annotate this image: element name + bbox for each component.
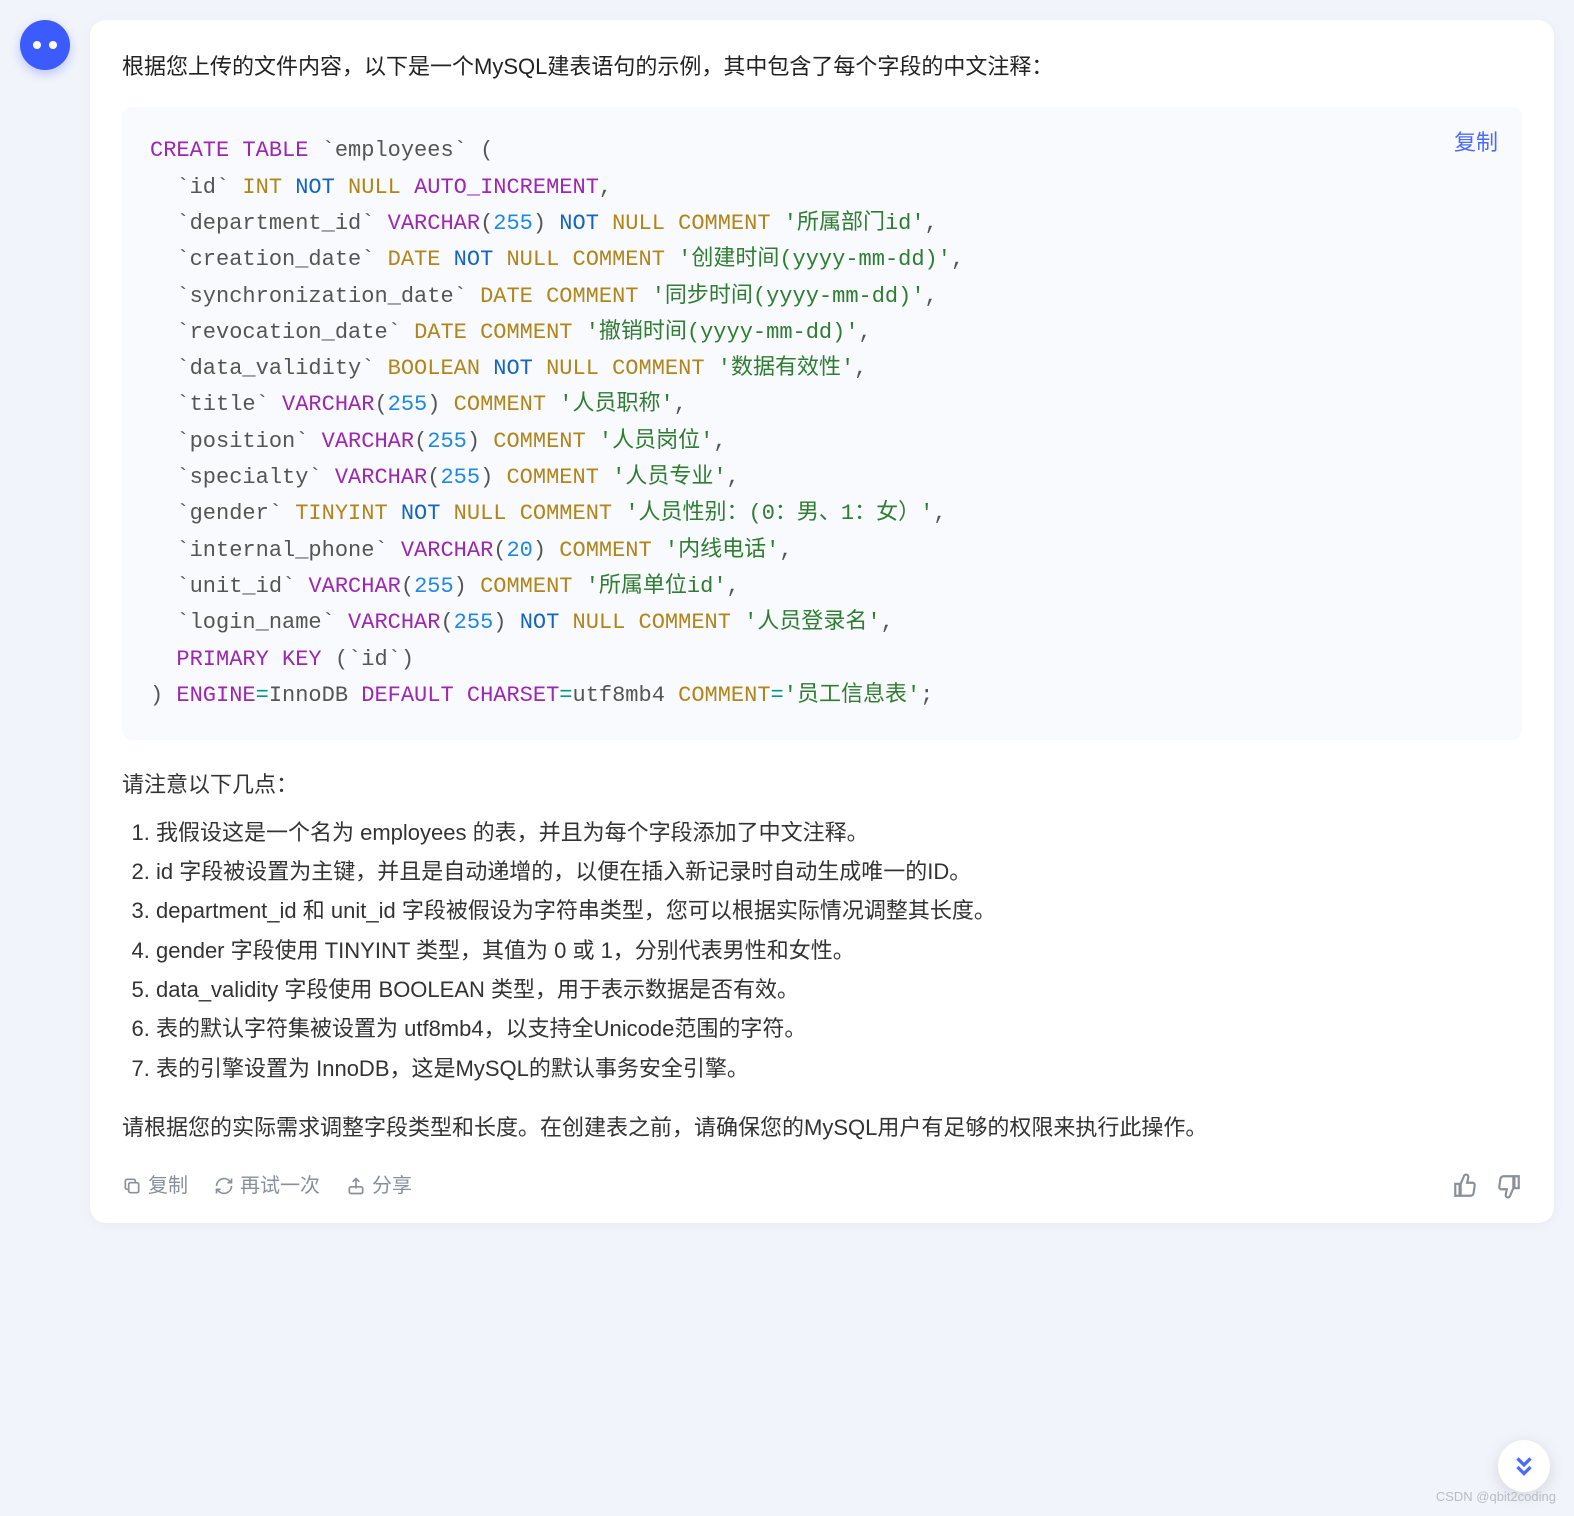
scroll-down-button[interactable] bbox=[1498, 1440, 1550, 1492]
list-item: 表的默认字符集被设置为 utf8mb4，以支持全Unicode范围的字符。 bbox=[156, 1010, 1522, 1047]
copy-button[interactable]: 复制 bbox=[122, 1169, 188, 1203]
list-item: id 字段被设置为主键，并且是自动递增的，以便在插入新记录时自动生成唯一的ID。 bbox=[156, 853, 1522, 890]
notes-list: 我假设这是一个名为 employees 的表，并且为每个字段添加了中文注释。 i… bbox=[122, 814, 1522, 1088]
list-item: 我假设这是一个名为 employees 的表，并且为每个字段添加了中文注释。 bbox=[156, 814, 1522, 851]
action-label: 再试一次 bbox=[240, 1169, 320, 1203]
list-item: department_id 和 unit_id 字段被假设为字符串类型，您可以根… bbox=[156, 892, 1522, 929]
share-button[interactable]: 分享 bbox=[346, 1169, 412, 1203]
action-label: 复制 bbox=[148, 1169, 188, 1203]
message-bubble: 根据您上传的文件内容，以下是一个MySQL建表语句的示例，其中包含了每个字段的中… bbox=[90, 20, 1554, 1223]
notes-title: 请注意以下几点： bbox=[122, 766, 1522, 803]
share-icon bbox=[346, 1176, 366, 1196]
thumbs-up-icon[interactable] bbox=[1452, 1173, 1478, 1199]
footer-text: 请根据您的实际需求调整字段类型和长度。在创建表之前，请确保您的MySQL用户有足… bbox=[122, 1109, 1522, 1146]
retry-icon bbox=[214, 1176, 234, 1196]
list-item: 表的引擎设置为 InnoDB，这是MySQL的默认事务安全引擎。 bbox=[156, 1050, 1522, 1087]
avatar bbox=[20, 20, 70, 70]
retry-button[interactable]: 再试一次 bbox=[214, 1169, 320, 1203]
copy-icon bbox=[122, 1176, 142, 1196]
list-item: data_validity 字段使用 BOOLEAN 类型，用于表示数据是否有效… bbox=[156, 971, 1522, 1008]
watermark: CSDN @qbit2coding bbox=[1436, 1486, 1556, 1508]
list-item: gender 字段使用 TINYINT 类型，其值为 0 或 1，分别代表男性和… bbox=[156, 932, 1522, 969]
chat-message: 根据您上传的文件内容，以下是一个MySQL建表语句的示例，其中包含了每个字段的中… bbox=[20, 20, 1554, 1223]
double-chevron-down-icon bbox=[1511, 1453, 1537, 1479]
code-copy-button[interactable]: 复制 bbox=[1454, 125, 1498, 161]
thumbs-down-icon[interactable] bbox=[1496, 1173, 1522, 1199]
action-label: 分享 bbox=[372, 1169, 412, 1203]
intro-text: 根据您上传的文件内容，以下是一个MySQL建表语句的示例，其中包含了每个字段的中… bbox=[122, 48, 1522, 85]
action-bar: 复制 再试一次 分享 bbox=[122, 1165, 1522, 1203]
code-block: 复制CREATE TABLE `employees` ( `id` INT NO… bbox=[122, 107, 1522, 740]
